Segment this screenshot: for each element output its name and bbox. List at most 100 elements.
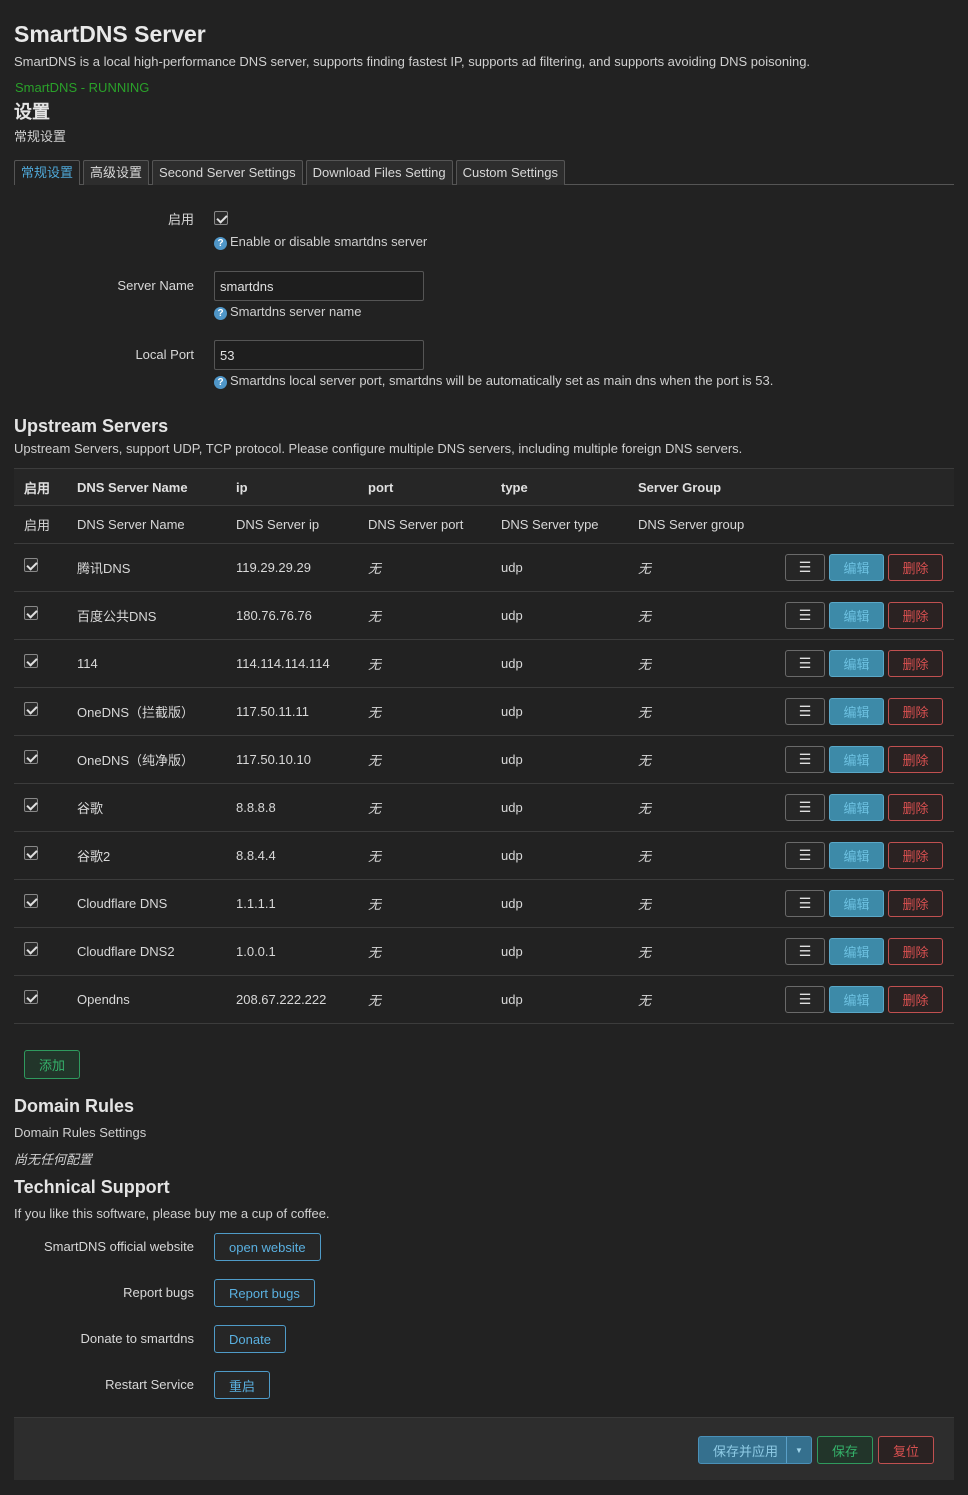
server-type-cell: udp <box>501 848 523 864</box>
upstream-description: Upstream Servers, support UDP, TCP proto… <box>14 441 743 457</box>
restart-button[interactable]: 重启 <box>214 1371 271 1399</box>
drag-handle-button[interactable]: ☰ <box>785 986 825 1014</box>
server-port-cell: 无 <box>368 561 382 577</box>
row-enable-checkbox[interactable] <box>24 989 38 1004</box>
server-name-cell: 百度公共DNS <box>77 609 157 625</box>
column-desc-enable: 启用 <box>24 518 51 534</box>
server-type-cell: udp <box>501 896 523 912</box>
edit-button[interactable]: 编辑 <box>829 746 884 774</box>
chevron-down-icon[interactable]: ▼ <box>787 1437 811 1463</box>
drag-handle-button[interactable]: ☰ <box>785 890 825 918</box>
save-button[interactable]: 保存 <box>816 1436 873 1464</box>
server-type-cell: udp <box>501 704 523 720</box>
column-header-enable[interactable]: 启用 <box>24 469 50 505</box>
edit-button[interactable]: 编辑 <box>829 938 884 966</box>
server-name-input[interactable] <box>214 271 424 302</box>
table-row: Cloudflare DNS 1.1.1.1 无 udp 无 ☰ 编辑 删除 <box>14 880 954 929</box>
delete-button[interactable]: 删除 <box>888 890 943 918</box>
column-header-port[interactable]: port <box>368 469 393 505</box>
delete-button[interactable]: 删除 <box>888 698 943 726</box>
server-group-cell: 无 <box>638 897 652 913</box>
column-header-name[interactable]: DNS Server Name <box>77 469 188 505</box>
edit-button[interactable]: 编辑 <box>829 698 884 726</box>
server-ip-cell: 117.50.11.11 <box>236 704 310 720</box>
support-title: Technical Support <box>14 1177 170 1197</box>
domain-rules-empty: 尚无任何配置 <box>14 1152 93 1167</box>
drag-handle-button[interactable]: ☰ <box>785 698 825 726</box>
delete-button[interactable]: 删除 <box>888 842 943 870</box>
reset-button[interactable]: 复位 <box>877 1436 934 1464</box>
delete-button[interactable]: 删除 <box>888 986 943 1014</box>
server-port-cell: 无 <box>368 753 382 769</box>
tab-second-server[interactable]: Second Server Settings <box>152 160 303 185</box>
row-enable-checkbox[interactable] <box>24 845 38 860</box>
drag-handle-button[interactable]: ☰ <box>785 746 825 774</box>
drag-handle-button[interactable]: ☰ <box>785 602 825 630</box>
server-ip-cell: 8.8.8.8 <box>236 800 276 816</box>
table-row: 114 114.114.114.114 无 udp 无 ☰ 编辑 删除 <box>14 640 954 689</box>
support-label-report: Report bugs <box>123 1285 194 1300</box>
delete-button[interactable]: 删除 <box>888 650 943 678</box>
server-group-cell: 无 <box>638 993 652 1009</box>
drag-handle-button[interactable]: ☰ <box>785 938 825 966</box>
table-row: OneDNS（拦截版） 117.50.11.11 无 udp 无 ☰ 编辑 删除 <box>14 688 954 737</box>
settings-title: 设置 <box>14 102 50 122</box>
drag-handle-button[interactable]: ☰ <box>785 794 825 822</box>
table-description-row: 启用 DNS Server Name DNS Server ip DNS Ser… <box>14 506 954 545</box>
drag-handle-button[interactable]: ☰ <box>785 650 825 678</box>
delete-button[interactable]: 删除 <box>888 746 943 774</box>
domain-rules-subtitle: Domain Rules Settings <box>14 1125 147 1140</box>
edit-button[interactable]: 编辑 <box>829 986 884 1014</box>
tab-download-files[interactable]: Download Files Setting <box>305 160 453 185</box>
edit-button[interactable]: 编辑 <box>829 794 884 822</box>
column-header-group[interactable]: Server Group <box>638 469 721 505</box>
edit-button[interactable]: 编辑 <box>829 890 884 918</box>
server-name-cell: 谷歌2 <box>77 849 111 865</box>
edit-button[interactable]: 编辑 <box>829 842 884 870</box>
row-enable-checkbox[interactable] <box>24 797 38 812</box>
delete-button[interactable]: 删除 <box>888 554 943 582</box>
row-enable-checkbox[interactable] <box>24 557 38 572</box>
server-port-cell: 无 <box>368 801 382 817</box>
server-name-cell: Opendns <box>77 992 130 1008</box>
add-server-button[interactable]: 添加 <box>24 1050 80 1079</box>
delete-button[interactable]: 删除 <box>888 794 943 822</box>
drag-handle-button[interactable]: ☰ <box>785 842 825 870</box>
server-name-cell: OneDNS（纯净版） <box>77 753 195 769</box>
enable-checkbox[interactable] <box>214 211 228 226</box>
row-enable-checkbox[interactable] <box>24 749 38 764</box>
open-website-button[interactable]: open website <box>214 1233 321 1261</box>
delete-button[interactable]: 删除 <box>888 938 943 966</box>
server-name-help: ? Smartdns server name <box>214 304 954 321</box>
tab-advanced[interactable]: 高级设置 <box>83 160 150 185</box>
row-enable-checkbox[interactable] <box>24 653 38 668</box>
edit-button[interactable]: 编辑 <box>829 602 884 630</box>
row-enable-checkbox[interactable] <box>24 605 38 620</box>
report-bugs-button[interactable]: Report bugs <box>214 1279 315 1307</box>
donate-button[interactable]: Donate <box>214 1325 286 1353</box>
server-group-cell: 无 <box>638 801 652 817</box>
save-apply-button[interactable]: 保存并应用 <box>699 1437 787 1463</box>
edit-button[interactable]: 编辑 <box>829 650 884 678</box>
row-enable-checkbox[interactable] <box>24 893 38 908</box>
tab-custom-settings[interactable]: Custom Settings <box>455 160 565 185</box>
server-name-row: Server Name ?Smartdns server name <box>14 271 954 321</box>
local-port-input[interactable] <box>214 340 424 371</box>
server-ip-cell: 208.67.222.222 <box>236 992 327 1008</box>
server-group-cell: 无 <box>638 609 652 625</box>
row-enable-checkbox[interactable] <box>24 701 38 716</box>
server-ip-cell: 180.76.76.76 <box>236 608 312 624</box>
server-type-cell: udp <box>501 560 523 576</box>
drag-handle-button[interactable]: ☰ <box>785 554 825 582</box>
row-enable-checkbox[interactable] <box>24 941 38 956</box>
edit-button[interactable]: 编辑 <box>829 554 884 582</box>
server-group-cell: 无 <box>638 849 652 865</box>
column-header-type[interactable]: type <box>501 469 528 505</box>
server-port-cell: 无 <box>368 705 382 721</box>
column-header-ip[interactable]: ip <box>236 469 248 505</box>
tab-general[interactable]: 常规设置 <box>14 160 81 185</box>
column-desc-name: DNS Server Name <box>77 517 185 533</box>
support-description: If you like this software, please buy me… <box>14 1206 330 1221</box>
server-port-cell: 无 <box>368 993 382 1009</box>
delete-button[interactable]: 删除 <box>888 602 943 630</box>
